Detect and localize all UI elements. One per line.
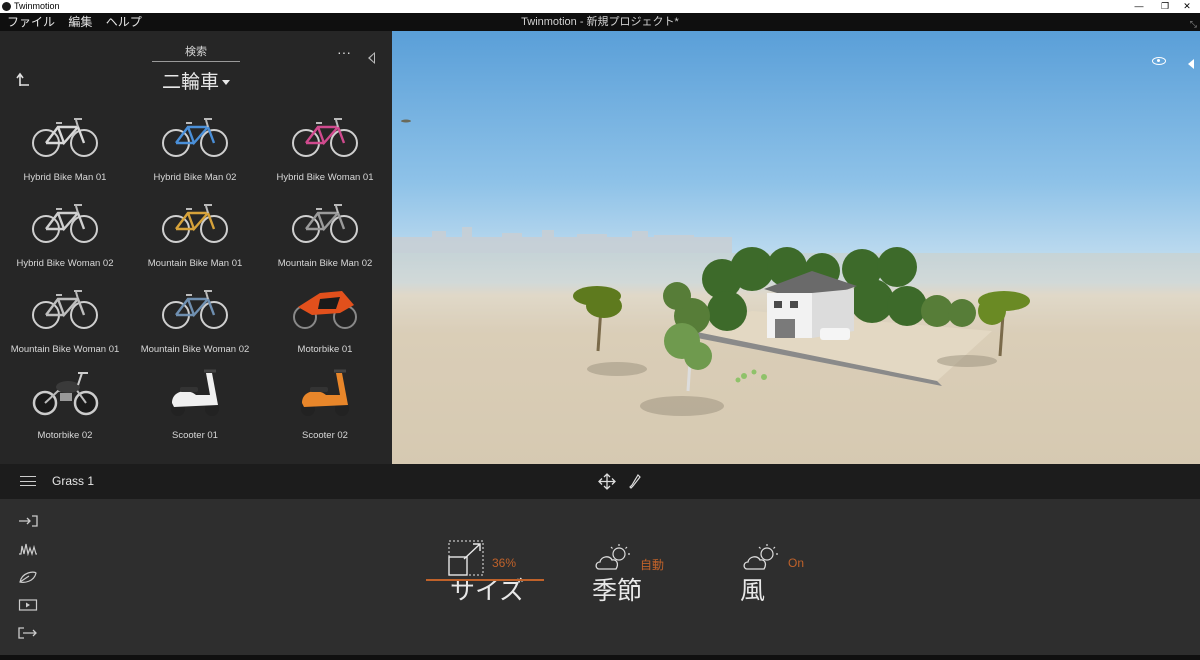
asset-thumbnail <box>290 279 360 333</box>
asset-thumbnail <box>30 107 100 161</box>
asset-thumbnail <box>290 365 360 419</box>
asset-tile[interactable]: Motorbike 02 <box>0 361 130 447</box>
asset-tile[interactable]: Mountain Bike Man 01 <box>130 189 260 275</box>
asset-label: Hybrid Bike Man 02 <box>153 172 237 183</box>
close-button[interactable]: ✕ <box>1172 0 1200 13</box>
asset-tile[interactable]: Motorbike 01 <box>260 275 390 361</box>
asset-label: Motorbike 01 <box>297 344 353 355</box>
asset-tile[interactable]: Mountain Bike Man 02 <box>260 189 390 275</box>
asset-tile[interactable]: Hybrid Bike Woman 01 <box>260 103 390 189</box>
3d-viewport[interactable] <box>392 31 1200 464</box>
back-arrow-icon[interactable] <box>16 71 30 91</box>
asset-thumbnail <box>30 279 100 333</box>
menu-bar: Twinmotion - 新規プロジェクト* ファイル 編集 ヘルプ ⤡ <box>0 13 1200 31</box>
size-value: 36% <box>492 556 517 570</box>
asset-tile[interactable]: Hybrid Bike Woman 02 <box>0 189 130 275</box>
asset-label: Scooter 02 <box>302 430 348 441</box>
asset-tile[interactable]: Mountain Bike Woman 01 <box>0 275 130 361</box>
wind-label: 風 <box>740 577 766 605</box>
season-property[interactable]: 季節 自動 <box>592 539 692 605</box>
eyedropper-icon[interactable] <box>628 473 642 491</box>
media-play-icon[interactable] <box>18 598 38 612</box>
menu-edit[interactable]: 編集 <box>63 13 97 31</box>
asset-label: Mountain Bike Woman 02 <box>140 344 250 355</box>
season-value: 自動 <box>640 558 665 572</box>
asset-tile[interactable]: Hybrid Bike Man 01 <box>0 103 130 189</box>
asset-thumbnail <box>30 365 100 419</box>
menu-help[interactable]: ヘルプ <box>101 13 147 31</box>
cloud-sun-icon <box>595 544 630 570</box>
app-name: Twinmotion <box>14 1 60 11</box>
asset-thumbnail <box>30 193 100 247</box>
menu-file[interactable]: ファイル <box>2 13 60 31</box>
asset-tile[interactable]: Scooter 02 <box>260 361 390 447</box>
size-slider[interactable] <box>426 579 544 581</box>
waveform-icon[interactable] <box>18 542 38 556</box>
asset-thumbnail <box>160 107 230 161</box>
expand-panel-icon[interactable] <box>1188 59 1194 69</box>
asset-thumbnail <box>290 193 360 247</box>
category-label: 二輪車 <box>161 72 219 93</box>
asset-thumbnail <box>290 107 360 161</box>
export-icon[interactable] <box>18 626 38 640</box>
asset-tile[interactable]: Scooter 01 <box>130 361 260 447</box>
wind-property[interactable]: 風 On <box>740 539 820 605</box>
import-icon[interactable] <box>18 514 38 528</box>
library-search[interactable]: 検索 <box>152 43 240 62</box>
category-dropdown[interactable]: 二輪車 <box>152 67 240 94</box>
asset-label: Hybrid Bike Woman 02 <box>16 258 114 269</box>
asset-thumbnail <box>160 279 230 333</box>
asset-label: Hybrid Bike Woman 01 <box>276 172 374 183</box>
asset-thumbnail <box>160 193 230 247</box>
asset-label: Mountain Bike Woman 01 <box>10 344 120 355</box>
hamburger-menu-icon[interactable] <box>20 476 36 486</box>
asset-label: Mountain Bike Man 01 <box>147 258 243 269</box>
window-titlebar: Twinmotion — ❐ ✕ <box>0 0 1200 13</box>
season-label: 季節 <box>592 577 643 605</box>
size-label: サイズ <box>450 577 525 605</box>
wind-weather-icon <box>743 544 778 570</box>
asset-label: Motorbike 02 <box>37 430 93 441</box>
chevron-down-icon <box>222 80 230 86</box>
asset-thumbnail <box>160 365 230 419</box>
leaf-icon[interactable] <box>18 570 38 584</box>
taskbar-strip <box>0 655 1200 660</box>
size-property[interactable]: サイズ 36% <box>426 539 546 605</box>
asset-label: Mountain Bike Man 02 <box>277 258 373 269</box>
selection-toolbar: Grass 1 <box>0 464 1200 499</box>
asset-tile[interactable]: Hybrid Bike Man 02 <box>130 103 260 189</box>
scene-render <box>392 119 1200 464</box>
asset-label: Scooter 01 <box>172 430 218 441</box>
properties-panel: サイズ 36% 季節 自動 風 On <box>0 499 1200 660</box>
window-title: Twinmotion - 新規プロジェクト* <box>521 16 679 28</box>
twinmotion-logo-icon <box>2 2 11 11</box>
asset-tile[interactable]: Mountain Bike Woman 02 <box>130 275 260 361</box>
collapse-panel-icon[interactable] <box>368 52 375 64</box>
move-tool-icon[interactable] <box>598 473 616 491</box>
view-toggle-eye-icon[interactable] <box>1152 57 1166 65</box>
selected-object-name: Grass 1 <box>52 474 95 488</box>
wind-value: On <box>788 556 805 570</box>
asset-label: Hybrid Bike Man 01 <box>23 172 107 183</box>
more-options-icon[interactable]: ··· <box>337 45 351 59</box>
library-panel: 検索 ··· 二輪車 Hybrid Bike Man 01 Hybrid Bike… <box>0 31 392 464</box>
